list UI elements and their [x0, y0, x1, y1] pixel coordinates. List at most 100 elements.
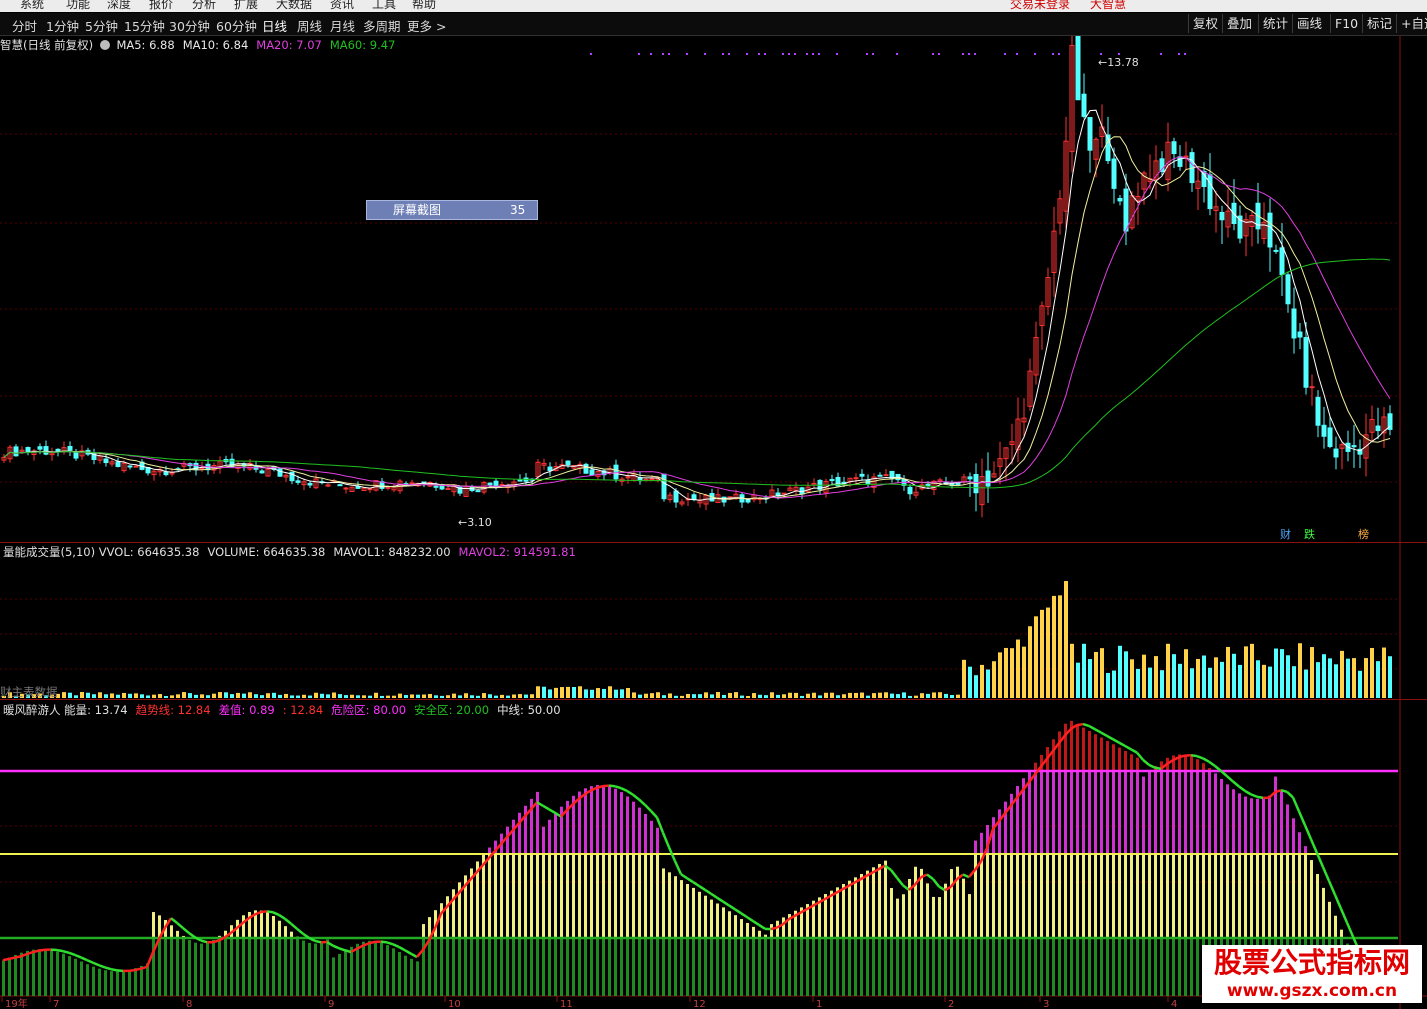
volume-bar	[524, 694, 528, 698]
energy-bar	[380, 942, 383, 996]
volume-bar	[1028, 626, 1032, 698]
volume-bar	[164, 695, 168, 698]
energy-bar	[1112, 938, 1115, 996]
volume-bar	[782, 694, 786, 698]
menu-2[interactable]: 深度	[107, 0, 131, 12]
notice-1[interactable]: 大智慧	[1090, 0, 1126, 12]
candle-body	[1351, 445, 1357, 448]
toolbar-button-1[interactable]: 叠加	[1222, 14, 1256, 33]
period-tab-8[interactable]: 月线	[330, 16, 355, 35]
energy-bar	[980, 832, 983, 855]
menu-1[interactable]: 功能	[66, 0, 90, 12]
volume-bar	[1208, 667, 1212, 698]
energy-bar	[332, 957, 335, 996]
volume-bar	[1172, 654, 1176, 698]
menu-8[interactable]: 工具	[372, 0, 396, 12]
volume-bar	[1094, 651, 1098, 698]
energy-bar	[1082, 854, 1085, 938]
energy-bar	[1274, 854, 1277, 938]
energy-bar	[1166, 938, 1169, 996]
trend-line-seg	[272, 911, 280, 917]
signal-dot	[1016, 53, 1018, 55]
energy-bar	[770, 938, 773, 996]
energy-bar	[1106, 740, 1109, 771]
volume-bar	[452, 693, 456, 698]
period-tab-5[interactable]: 60分钟	[216, 16, 257, 35]
menu-5[interactable]: 扩展	[234, 0, 258, 12]
period-tab-4[interactable]: 30分钟	[169, 16, 210, 35]
menu-3[interactable]: 报价	[149, 0, 173, 12]
time-label-6: 12	[693, 999, 706, 1009]
energy-bar	[584, 854, 587, 938]
volume-bar	[200, 694, 204, 698]
energy-bar	[236, 938, 239, 996]
signal-dot	[764, 53, 766, 55]
notice-0[interactable]: 交易未登录	[1010, 0, 1070, 12]
period-tab-2[interactable]: 5分钟	[85, 16, 118, 35]
period-tab-3[interactable]: 15分钟	[124, 16, 165, 35]
period-tab-9[interactable]: 多周期	[363, 16, 401, 35]
toolbar-button-4[interactable]: F10	[1330, 14, 1362, 33]
energy-bar	[1022, 854, 1025, 938]
menu-4[interactable]: 分析	[192, 0, 216, 12]
trend-line-seg	[722, 900, 730, 907]
volume-bar	[1334, 664, 1338, 698]
energy-bar	[1040, 854, 1043, 938]
toolbar-button-0[interactable]: 复权	[1188, 14, 1222, 33]
period-tab-1[interactable]: 1分钟	[46, 16, 79, 35]
volume-bar	[374, 692, 378, 698]
volume-bar	[122, 692, 126, 698]
energy-bar	[338, 953, 341, 996]
energy-bar	[884, 860, 887, 938]
candle-body	[1087, 117, 1093, 151]
toolbar-button-2[interactable]: 统计	[1258, 14, 1292, 33]
toolbar-button-3[interactable]: 画线	[1292, 14, 1326, 33]
moving-average-lines	[3, 109, 1391, 501]
period-tab-7[interactable]: 周线	[297, 16, 322, 35]
signal-dot	[704, 53, 706, 55]
energy-bar	[500, 938, 503, 996]
menu-7[interactable]: 资讯	[330, 0, 354, 12]
energy-bar	[626, 938, 629, 996]
volume-bar	[1262, 664, 1266, 698]
menu-9[interactable]: 帮助	[412, 0, 436, 12]
volume-bar	[98, 692, 102, 698]
screenshot-tooltip-label: 屏幕截图	[393, 203, 442, 217]
energy-bar	[1232, 789, 1235, 855]
volume-indicator-2: MAVOL1: 848232.00	[333, 545, 451, 559]
energy-bar	[602, 938, 605, 996]
volume-bar	[1352, 658, 1356, 698]
trend-line-seg	[116, 969, 124, 973]
signal-dot	[968, 53, 970, 55]
trend-line-seg	[1142, 758, 1150, 766]
period-tab-10[interactable]: 更多 >	[407, 16, 446, 35]
period-tab-0[interactable]: 分时	[12, 16, 37, 35]
energy-bar	[848, 880, 851, 938]
menu-6[interactable]: 大数据	[276, 0, 312, 12]
energy-bar	[518, 854, 521, 938]
energy-bar	[242, 938, 245, 996]
signal-dot	[806, 53, 808, 55]
signal-dot	[686, 53, 688, 55]
energy-bar	[782, 917, 785, 938]
energy-bar	[1190, 756, 1193, 771]
energy-bar	[38, 949, 41, 996]
signal-dot	[1184, 53, 1186, 55]
stock-chart[interactable]: ←13.78←3.10财跌榜19年 7 8 9 10 11 12 1 2 3 4	[0, 36, 1427, 1009]
menu-0[interactable]: 系统	[20, 0, 44, 12]
energy-bar	[506, 826, 509, 855]
energy-bar	[842, 884, 845, 938]
settings-circle-icon[interactable]	[99, 40, 110, 50]
toolbar-button-6[interactable]: +自选	[1396, 14, 1427, 33]
energy-bar	[998, 854, 1001, 938]
toolbar-button-5[interactable]: 标记	[1362, 14, 1396, 33]
candle-body	[1117, 197, 1123, 202]
energy-bar	[578, 791, 581, 855]
candlestick-series	[1, 36, 1393, 518]
period-tab-6[interactable]: 日线	[262, 16, 287, 35]
energy-bar	[1286, 854, 1289, 938]
energy-bar	[926, 938, 929, 996]
candle-body	[475, 490, 481, 493]
energy-bar	[746, 922, 749, 938]
energy-bar	[1160, 938, 1163, 996]
